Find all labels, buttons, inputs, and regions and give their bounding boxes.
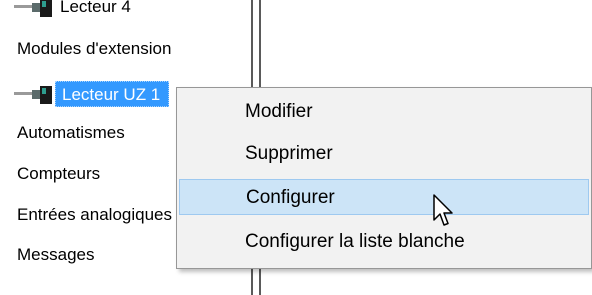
menu-item-label: Configurer [246,187,335,208]
context-menu: Modifier Supprimer Configurer Configurer… [176,87,592,269]
tree-item-lecteur-4[interactable]: Lecteur 4 [0,0,200,22]
arrow-cursor-icon [433,194,453,226]
menu-item-supprimer[interactable]: Supprimer [177,136,591,172]
device-icon [14,0,52,17]
screen: Lecteur 4 Modules d'extension Lecteur UZ… [0,0,592,295]
tree-item-label: Entrées analogiques [17,205,173,224]
menu-item-label: Supprimer [245,143,333,164]
device-icon [14,86,52,104]
tree-item-label: Modules d'extension [17,39,172,58]
tree-item-label: Compteurs [17,164,101,183]
tree-item-label-selected: Lecteur UZ 1 [55,81,170,107]
tree-item-label: Automatismes [17,123,125,142]
tree-item-modules-extension[interactable]: Modules d'extension [0,34,230,64]
tree-item-label: Messages [17,245,95,264]
menu-item-label: Configurer la liste blanche [245,231,465,252]
menu-item-modifier[interactable]: Modifier [177,94,591,130]
tree-item-label: Lecteur 4 [60,0,131,16]
menu-item-label: Modifier [245,101,313,122]
menu-item-configurer[interactable]: Configurer [179,179,589,215]
menu-item-configurer-liste-blanche[interactable]: Configurer la liste blanche [177,224,591,260]
